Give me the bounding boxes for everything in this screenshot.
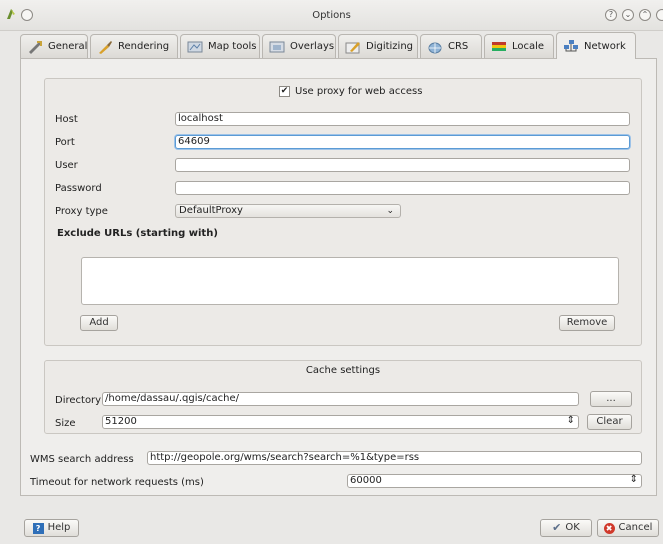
tab-label: General (48, 41, 88, 52)
port-input[interactable]: 64609 (175, 135, 630, 149)
clear-cache-button[interactable]: Clear (587, 414, 632, 430)
ok-button-label: OK (565, 522, 580, 533)
help-button[interactable]: ? Help (24, 519, 79, 537)
timeout-spinbox[interactable]: 60000 ⇕ (347, 474, 642, 488)
globe-icon (427, 40, 443, 54)
tools-icon (27, 40, 43, 54)
tab-general[interactable]: General (20, 34, 88, 58)
exclude-urls-label: Exclude URLs (starting with) (57, 228, 218, 239)
use-proxy-checkbox[interactable]: ✔ (279, 86, 290, 97)
window-title: Options (312, 10, 351, 21)
tab-label: Digitizing (366, 41, 414, 52)
size-value: 51200 (105, 416, 137, 427)
user-input[interactable] (175, 158, 630, 172)
tab-label: Map tools (208, 41, 257, 52)
flag-icon (491, 40, 507, 54)
minimize-button[interactable]: ⌄ (622, 9, 634, 21)
proxy-type-select[interactable]: DefaultProxy ⌄ (175, 204, 401, 218)
directory-input[interactable]: /home/dassau/.qgis/cache/ (102, 392, 579, 406)
port-label: Port (55, 137, 75, 148)
spin-arrows-icon: ⇕ (566, 415, 575, 426)
tab-overlays[interactable]: Overlays (262, 34, 336, 58)
browse-directory-button[interactable]: ... (590, 391, 632, 407)
tab-label: CRS (448, 41, 469, 52)
password-input[interactable] (175, 181, 630, 195)
network-icon (563, 39, 579, 53)
wms-search-input[interactable]: http://geopole.org/wms/search?search=%1&… (147, 451, 642, 465)
password-label: Password (55, 183, 102, 194)
tab-label: Rendering (118, 41, 170, 52)
close-button[interactable] (656, 9, 663, 21)
checkmark-icon: ✔ (552, 521, 562, 534)
proxy-type-label: Proxy type (55, 206, 108, 217)
help-button-label: Help (47, 522, 71, 533)
tab-rendering[interactable]: Rendering (90, 34, 178, 58)
add-url-button[interactable]: Add (80, 315, 118, 331)
spin-arrows-icon: ⇕ (629, 474, 638, 485)
map-icon (187, 40, 203, 54)
host-label: Host (55, 114, 78, 125)
tab-label: Network (584, 40, 626, 52)
remove-url-button[interactable]: Remove (559, 315, 615, 331)
tab-locale[interactable]: Locale (484, 34, 554, 58)
brush-icon (97, 40, 113, 54)
timeout-value: 60000 (350, 475, 382, 486)
tab-network[interactable]: Network (556, 32, 636, 59)
size-label: Size (55, 418, 76, 429)
digitize-icon (345, 40, 361, 54)
timeout-label: Timeout for network requests (ms) (30, 477, 204, 488)
user-label: User (55, 160, 78, 171)
host-input[interactable]: localhost (175, 112, 630, 126)
use-proxy-label: Use proxy for web access (295, 86, 423, 97)
exclude-urls-list[interactable] (81, 257, 619, 305)
cancel-button[interactable]: ✖ Cancel (597, 519, 659, 537)
cache-settings-title: Cache settings (305, 365, 381, 376)
ok-button[interactable]: ✔ OK (540, 519, 592, 537)
size-spinbox[interactable]: 51200 ⇕ (102, 415, 579, 429)
cancel-button-label: Cancel (618, 522, 653, 533)
tab-digitizing[interactable]: Digitizing (338, 34, 418, 58)
maximize-button[interactable]: ⌃ (639, 9, 651, 21)
tab-crs[interactable]: CRS (420, 34, 482, 58)
tab-label: Locale (512, 41, 545, 52)
directory-label: Directory (55, 395, 102, 406)
wms-search-label: WMS search address (30, 454, 134, 465)
proxy-type-value: DefaultProxy (179, 205, 243, 216)
help-icon: ? (32, 522, 44, 534)
tab-label: Overlays (290, 41, 335, 52)
help-window-button[interactable]: ? (605, 9, 617, 21)
overlay-icon (269, 40, 285, 54)
chevron-down-icon: ⌄ (386, 206, 394, 216)
tab-map-tools[interactable]: Map tools (180, 34, 260, 58)
cancel-icon: ✖ (603, 522, 615, 534)
